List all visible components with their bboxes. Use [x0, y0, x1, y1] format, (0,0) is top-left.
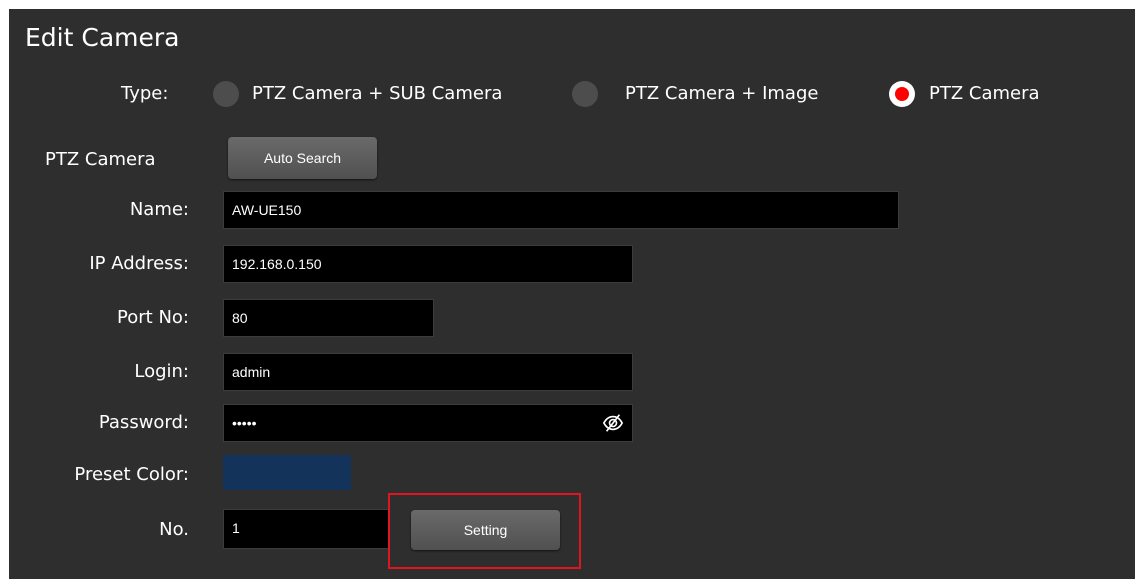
- radio-label-ptz-sub-camera[interactable]: PTZ Camera + SUB Camera: [252, 83, 502, 105]
- password-label: Password:: [98, 412, 189, 433]
- preset-color-swatch[interactable]: [223, 455, 351, 490]
- name-input[interactable]: AW-UE150: [223, 191, 899, 229]
- radio-label-ptz-image[interactable]: PTZ Camera + Image: [625, 83, 818, 105]
- login-label: Login:: [134, 361, 189, 382]
- port-no-input[interactable]: 80: [223, 299, 434, 337]
- radio-ptz-sub-camera[interactable]: [213, 81, 239, 107]
- radio-ptz-image[interactable]: [572, 81, 598, 107]
- highlight-box: [388, 493, 581, 569]
- ip-address-input[interactable]: 192.168.0.150: [223, 245, 633, 283]
- ip-address-label: IP Address:: [89, 253, 189, 274]
- dialog-title: Edit Camera: [25, 23, 180, 52]
- password-value: •••••: [232, 415, 257, 431]
- login-input[interactable]: admin: [223, 353, 633, 391]
- auto-search-button[interactable]: Auto Search: [228, 137, 377, 179]
- preset-color-label: Preset Color:: [74, 464, 189, 485]
- name-label: Name:: [129, 199, 189, 220]
- radio-label-ptz-camera[interactable]: PTZ Camera: [929, 83, 1040, 105]
- no-input[interactable]: 1: [223, 509, 389, 549]
- port-no-label: Port No:: [117, 307, 189, 328]
- type-label: Type:: [121, 83, 169, 104]
- edit-camera-dialog: Edit Camera Type: PTZ Camera + SUB Camer…: [9, 9, 1135, 579]
- ptz-camera-section-label: PTZ Camera: [45, 149, 156, 170]
- eye-slash-icon[interactable]: [602, 412, 624, 434]
- password-input[interactable]: •••••: [223, 404, 633, 442]
- radio-ptz-camera[interactable]: [889, 81, 915, 107]
- no-label: No.: [159, 519, 189, 540]
